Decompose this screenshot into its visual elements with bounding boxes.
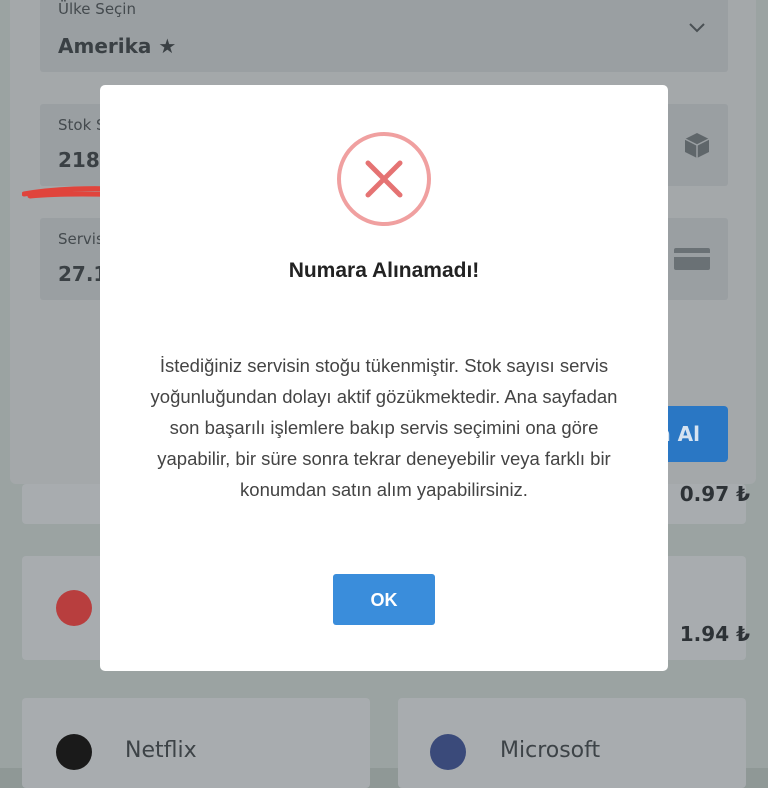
country-select[interactable]: Ülke Seçin Amerika ★	[40, 0, 728, 72]
error-dialog: Numara Alınamadı! İstediğiniz servisin s…	[100, 85, 668, 671]
country-label: Ülke Seçin	[58, 0, 136, 18]
error-x-icon	[337, 132, 431, 226]
credit-card-icon	[674, 248, 710, 270]
country-value: Amerika ★	[58, 34, 177, 58]
microsoft-icon	[430, 734, 466, 770]
box-icon	[684, 133, 710, 158]
service-price: 0.97 ₺	[679, 482, 750, 506]
chevron-down-icon	[689, 23, 705, 33]
airbnb-icon	[56, 590, 92, 626]
dialog-title: Numara Alınamadı!	[288, 259, 480, 282]
stock-label: Stok S	[58, 116, 106, 134]
netflix-icon	[56, 734, 92, 770]
price-label: Servis	[58, 230, 104, 248]
service-name: Microsoft	[500, 738, 601, 763]
service-name: Netflix	[125, 738, 197, 763]
ok-button[interactable]: OK	[333, 574, 435, 625]
service-price: 1.94 ₺	[679, 622, 750, 646]
dialog-message: İstediğiniz servisin stoğu tükenmiştir. …	[150, 355, 618, 500]
